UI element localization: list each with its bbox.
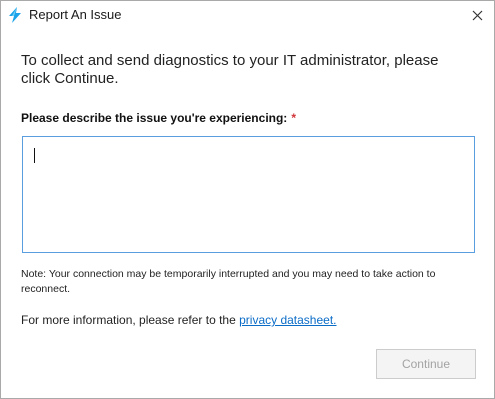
connection-note: Note: Your connection may be temporarily…: [21, 268, 436, 295]
continue-button[interactable]: Continue: [376, 349, 476, 379]
more-info-text: For more information, please refer to th…: [21, 313, 337, 327]
text-caret: [34, 148, 35, 163]
issue-label-text: Please describe the issue you're experie…: [21, 111, 288, 125]
app-logo-icon: [9, 7, 21, 23]
report-issue-dialog: Report An Issue To collect and send diag…: [0, 0, 495, 399]
issue-field-label: Please describe the issue you're experie…: [21, 111, 296, 125]
close-button[interactable]: [460, 1, 494, 29]
intro-text: To collect and send diagnostics to your …: [21, 52, 439, 87]
issue-description-input[interactable]: [22, 136, 475, 253]
privacy-datasheet-link[interactable]: privacy datasheet.: [239, 313, 336, 327]
title-bar[interactable]: Report An Issue: [1, 1, 494, 29]
required-marker: *: [291, 111, 296, 125]
close-icon: [472, 10, 482, 20]
more-info-prefix: For more information, please refer to th…: [21, 313, 240, 327]
window-title: Report An Issue: [29, 7, 122, 22]
